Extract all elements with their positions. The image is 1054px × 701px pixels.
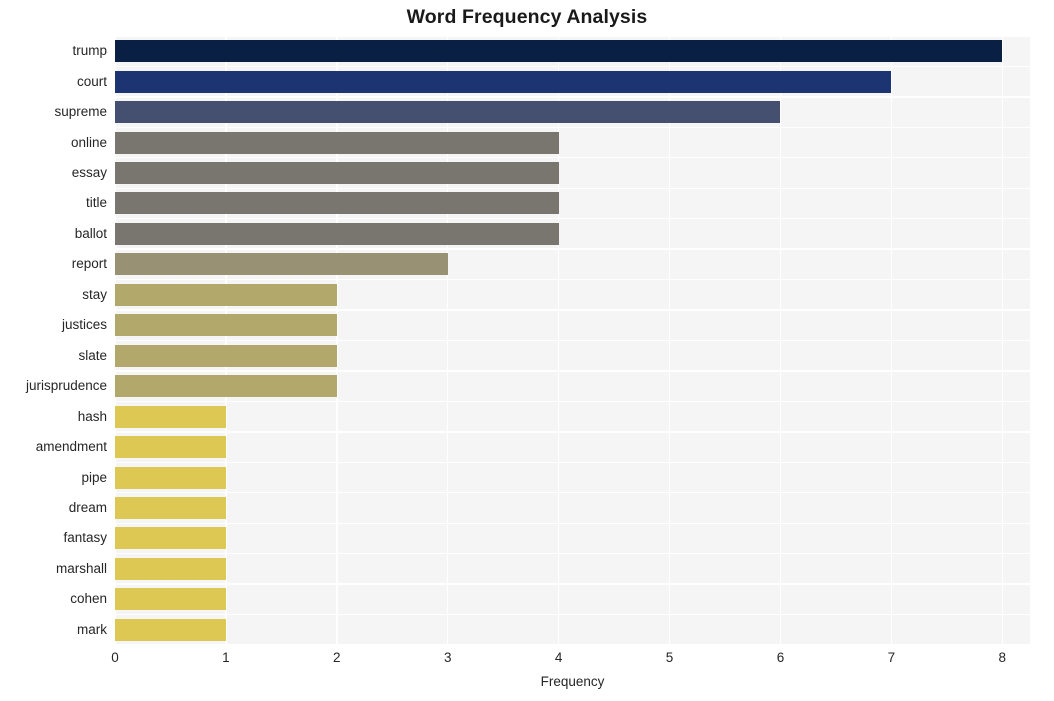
x-axis-title: Frequency bbox=[540, 674, 605, 689]
y-tick-label-supreme: supreme bbox=[54, 104, 107, 120]
bar-slate[interactable] bbox=[115, 344, 337, 367]
bar-cohen[interactable] bbox=[115, 588, 226, 611]
y-tick-label-dream: dream bbox=[68, 499, 107, 515]
y-tick-label-fantasy: fantasy bbox=[63, 530, 107, 546]
x-tick-label-2: 2 bbox=[333, 650, 341, 665]
bar-mark[interactable] bbox=[115, 618, 226, 641]
y-axis-tick-labels: trump court supreme online essay title ballot r… bbox=[0, 36, 107, 645]
x-tick-label-0: 0 bbox=[111, 650, 119, 665]
x-tick-label-8: 8 bbox=[998, 650, 1007, 665]
bar-dream[interactable] bbox=[115, 496, 226, 519]
bar-marshall[interactable] bbox=[115, 557, 226, 580]
bar-hash[interactable] bbox=[115, 405, 226, 428]
bar-ballot[interactable] bbox=[115, 222, 559, 245]
y-tick-label-ballot: ballot bbox=[74, 225, 107, 241]
x-axis-tick-labels: 0 1 2 3 4 5 6 7 8 bbox=[111, 650, 1030, 672]
y-tick-label-title: title bbox=[85, 195, 107, 211]
bar-stay[interactable] bbox=[115, 283, 337, 306]
y-tick-label-stay: stay bbox=[82, 286, 107, 302]
bar-justices[interactable] bbox=[115, 314, 337, 337]
bar-pipe[interactable] bbox=[115, 466, 226, 489]
y-tick-label-amendment: amendment bbox=[35, 439, 107, 455]
x-tick-label-1: 1 bbox=[222, 650, 230, 665]
bar-report[interactable] bbox=[115, 253, 448, 276]
y-tick-label-jurisprudence: jurisprudence bbox=[25, 378, 107, 394]
bar-supreme[interactable] bbox=[115, 101, 781, 124]
bar-amendment[interactable] bbox=[115, 436, 226, 459]
bar-trump[interactable] bbox=[115, 40, 1003, 63]
x-tick-label-6: 6 bbox=[776, 650, 785, 665]
bar-court[interactable] bbox=[115, 70, 892, 93]
y-tick-label-justices: justices bbox=[61, 317, 107, 333]
y-tick-label-online: online bbox=[70, 134, 107, 150]
y-tick-label-report: report bbox=[71, 256, 107, 272]
y-tick-label-pipe: pipe bbox=[81, 469, 107, 485]
bar-fantasy[interactable] bbox=[115, 527, 226, 550]
x-tick-label-4: 4 bbox=[554, 650, 563, 665]
plot-area bbox=[114, 35, 1030, 646]
bars-layer bbox=[115, 36, 1030, 645]
x-tick-label-3: 3 bbox=[443, 650, 452, 665]
y-tick-label-essay: essay bbox=[71, 165, 107, 181]
y-tick-label-cohen: cohen bbox=[70, 591, 107, 607]
y-tick-label-marshall: marshall bbox=[55, 560, 107, 576]
chart-figure: Word Frequency Analysis trump court suprem… bbox=[0, 0, 1054, 701]
y-tick-label-court: court bbox=[76, 73, 107, 89]
bar-essay[interactable] bbox=[115, 162, 559, 185]
x-tick-label-7: 7 bbox=[887, 650, 896, 665]
bar-online[interactable] bbox=[115, 131, 559, 154]
x-tick-label-5: 5 bbox=[665, 650, 674, 665]
y-tick-label-slate: slate bbox=[78, 347, 107, 363]
bar-jurisprudence[interactable] bbox=[115, 375, 337, 398]
bar-title[interactable] bbox=[115, 192, 559, 215]
y-tick-label-hash: hash bbox=[77, 408, 107, 424]
y-tick-label-trump: trump bbox=[72, 43, 107, 59]
page-title: Word Frequency Analysis bbox=[406, 6, 648, 28]
y-tick-label-mark: mark bbox=[77, 621, 107, 637]
